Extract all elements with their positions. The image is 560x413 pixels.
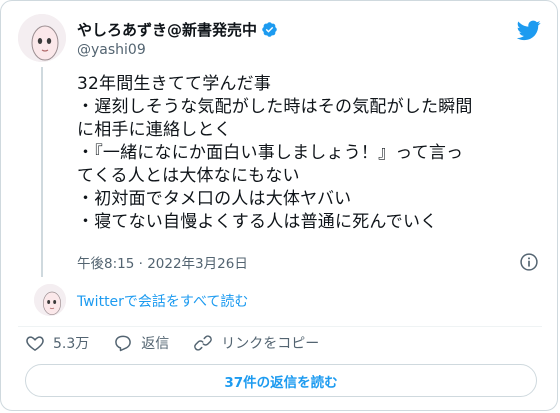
reply-label: 返信 [141, 336, 170, 352]
thread-connector-line [41, 67, 43, 277]
tweet-embed-card: やしろあずき@新書発売中 @yashi09 32年間生きてて学んだ事 ・遅刻しそ… [0, 0, 558, 411]
tweet-text-line: ・初対面でタメ口の人は大体ヤバい [77, 189, 352, 209]
tweet-text-line: ・『一緒になにか面白い事しましょう！』って言っ [77, 143, 464, 163]
speech-bubble-icon [115, 335, 132, 352]
twitter-bird-icon[interactable] [517, 18, 541, 42]
avatar[interactable] [18, 14, 66, 62]
tweet-text: 32年間生きてて学んだ事 ・遅刻しそうな気配がした時はその気配がした瞬間 に相手… [77, 73, 473, 234]
user-handle[interactable]: @yashi09 [77, 42, 146, 58]
verified-badge-icon [262, 22, 277, 37]
author-name-row[interactable]: やしろあずき@新書発売中 [77, 19, 278, 40]
tweet-text-line: ・寝てない自慢よくする人は普通に死んでいく [77, 212, 438, 232]
tweet-text-line: てくる人とは大体なにもない [77, 166, 300, 186]
read-replies-button[interactable]: 37件の返信を読む [25, 364, 537, 397]
tweet-text-line: ・遅刻しそうな気配がした時はその気配がした瞬間 [77, 97, 473, 117]
reply-button[interactable]: 返信 [113, 333, 169, 353]
copy-link-label: リンクをコピー [221, 336, 320, 352]
small-avatar[interactable] [34, 284, 66, 316]
display-name[interactable]: やしろあずき@新書発売中 [77, 19, 257, 40]
action-bar: 5.3万 返信 リンクをコピー [25, 333, 343, 353]
tweet-text-line: 32年間生きてて学んだ事 [77, 74, 272, 94]
tweet-text-line: に相手に連絡しとく [77, 120, 232, 140]
divider [18, 326, 542, 327]
like-count: 5.3万 [53, 336, 90, 352]
like-button[interactable]: 5.3万 [25, 333, 89, 353]
read-conversation-link[interactable]: Twitterで会話をすべて読む [77, 291, 248, 311]
copy-link-button[interactable]: リンクをコピー [193, 333, 319, 353]
heart-icon [26, 336, 44, 351]
tweet-timestamp[interactable]: 午後8:15 · 2022年3月26日 [77, 252, 248, 272]
info-icon[interactable] [519, 252, 539, 272]
link-icon [194, 335, 213, 351]
